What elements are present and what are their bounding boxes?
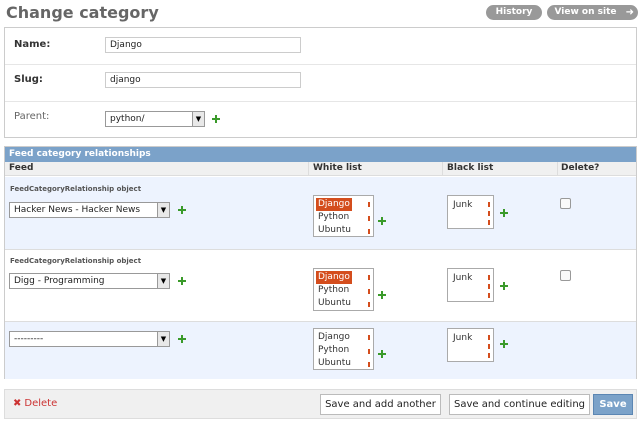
- chevron-down-icon: ▼: [157, 332, 169, 346]
- black-list-option-junk[interactable]: Junk: [451, 199, 474, 212]
- save-and-add-another-button[interactable]: Save and add another: [320, 394, 441, 415]
- scroll-marker: [488, 284, 490, 289]
- name-row: Name: Django: [5, 28, 636, 65]
- slug-row: Slug: django: [5, 65, 636, 102]
- white-list-option-python[interactable]: Python: [316, 284, 351, 297]
- save-button[interactable]: Save: [593, 394, 633, 415]
- white-list-option-django[interactable]: Django: [316, 198, 352, 211]
- scroll-marker: [368, 302, 370, 307]
- inline-table-header: Feed White list Black list Delete?: [5, 162, 636, 176]
- white-list-option-python[interactable]: Python: [316, 211, 351, 224]
- scroll-marker: [488, 202, 490, 207]
- white-list-option-django[interactable]: Django: [316, 271, 352, 284]
- scroll-marker: [368, 349, 370, 354]
- white-list-option-django[interactable]: Django: [316, 331, 352, 344]
- black-list-select[interactable]: Junk: [447, 268, 494, 302]
- inline-row: FeedCategoryRelationship object Hacker N…: [5, 177, 636, 250]
- page-title: Change category: [6, 3, 159, 22]
- add-black-list-icon[interactable]: [500, 209, 508, 217]
- parent-label: Parent:: [14, 111, 50, 122]
- feed-select-value: Hacker News - Hacker News: [14, 205, 141, 215]
- delete-x-icon: ✖: [13, 398, 22, 409]
- name-field[interactable]: Django: [105, 37, 301, 53]
- page-header: Change category History View on site ➜: [0, 0, 640, 26]
- slug-label: Slug:: [14, 74, 43, 85]
- delete-link[interactable]: ✖ Delete: [13, 398, 57, 409]
- view-on-site-label: View on site: [554, 7, 617, 17]
- add-feed-icon[interactable]: [178, 206, 186, 214]
- view-on-site-button[interactable]: View on site ➜: [547, 5, 638, 20]
- slug-field[interactable]: django: [105, 72, 301, 88]
- delete-checkbox[interactable]: [560, 198, 571, 209]
- inline-row: FeedCategoryRelationship object Digg - P…: [5, 250, 636, 322]
- name-label: Name:: [14, 39, 51, 50]
- feed-select-value: Digg - Programming: [14, 276, 105, 286]
- white-list-option-python[interactable]: Python: [316, 344, 351, 357]
- scroll-marker: [488, 344, 490, 349]
- delete-label: Delete: [24, 398, 58, 409]
- black-list-select[interactable]: Junk: [447, 328, 494, 362]
- column-divider: [442, 162, 443, 176]
- feed-select[interactable]: Hacker News - Hacker News ▼: [9, 202, 170, 218]
- chevron-down-icon: ▼: [192, 112, 204, 126]
- column-divider: [308, 162, 309, 176]
- scroll-marker: [368, 335, 370, 340]
- scroll-marker: [368, 216, 370, 221]
- white-list-option-ubuntu[interactable]: Ubuntu: [316, 224, 353, 237]
- column-header-delete: Delete?: [561, 163, 600, 173]
- parent-select-value: python/: [110, 114, 145, 124]
- column-divider: [557, 162, 558, 176]
- row-object-label: FeedCategoryRelationship object: [10, 185, 142, 193]
- black-list-option-junk[interactable]: Junk: [451, 272, 474, 285]
- scroll-marker: [488, 293, 490, 298]
- scroll-marker: [368, 202, 370, 207]
- add-white-list-icon[interactable]: [378, 217, 386, 225]
- add-parent-icon[interactable]: [212, 115, 220, 123]
- scroll-marker: [368, 275, 370, 280]
- column-header-feed: Feed: [9, 163, 34, 173]
- feed-select-value: ---------: [14, 334, 44, 344]
- scroll-marker: [368, 229, 370, 234]
- parent-row: Parent: python/ ▼: [5, 102, 636, 139]
- white-list-option-ubuntu[interactable]: Ubuntu: [316, 357, 353, 370]
- scroll-marker: [488, 275, 490, 280]
- chevron-down-icon: ▼: [157, 274, 169, 288]
- feed-select[interactable]: --------- ▼: [9, 331, 170, 347]
- inline-row: --------- ▼ Django Python Ubuntu Junk: [5, 322, 636, 379]
- scroll-marker: [488, 211, 490, 216]
- history-button[interactable]: History: [486, 5, 542, 20]
- white-list-select[interactable]: Django Python Ubuntu: [313, 328, 374, 370]
- scroll-marker: [488, 220, 490, 225]
- delete-checkbox[interactable]: [560, 270, 571, 281]
- row-object-label: FeedCategoryRelationship object: [10, 257, 142, 265]
- white-list-select[interactable]: Django Python Ubuntu: [313, 268, 374, 311]
- feed-select[interactable]: Digg - Programming ▼: [9, 273, 170, 289]
- submit-row: ✖ Delete Save and add another Save and co…: [4, 389, 637, 419]
- add-black-list-icon[interactable]: [500, 340, 508, 348]
- add-feed-icon[interactable]: [178, 335, 186, 343]
- chevron-down-icon: ▼: [157, 203, 169, 217]
- white-list-select[interactable]: Django Python Ubuntu: [313, 195, 374, 237]
- add-black-list-icon[interactable]: [500, 282, 508, 290]
- inline-caption: Feed category relationships: [5, 147, 636, 162]
- arrow-right-icon: ➜: [625, 7, 634, 18]
- scroll-marker: [368, 289, 370, 294]
- parent-select[interactable]: python/ ▼: [105, 111, 205, 127]
- category-fieldset: Name: Django Slug: django Parent: python…: [4, 27, 637, 138]
- add-feed-icon[interactable]: [178, 277, 186, 285]
- black-list-option-junk[interactable]: Junk: [451, 332, 474, 345]
- white-list-option-ubuntu[interactable]: Ubuntu: [316, 297, 353, 310]
- scroll-marker: [488, 353, 490, 358]
- add-white-list-icon[interactable]: [378, 350, 386, 358]
- add-white-list-icon[interactable]: [378, 291, 386, 299]
- scroll-marker: [368, 362, 370, 367]
- column-header-white-list: White list: [313, 163, 362, 173]
- feed-relationships-inline: Feed category relationships Feed White l…: [4, 146, 637, 379]
- black-list-select[interactable]: Junk: [447, 195, 494, 229]
- column-header-black-list: Black list: [447, 163, 494, 173]
- scroll-marker: [488, 335, 490, 340]
- save-and-continue-button[interactable]: Save and continue editing: [449, 394, 590, 415]
